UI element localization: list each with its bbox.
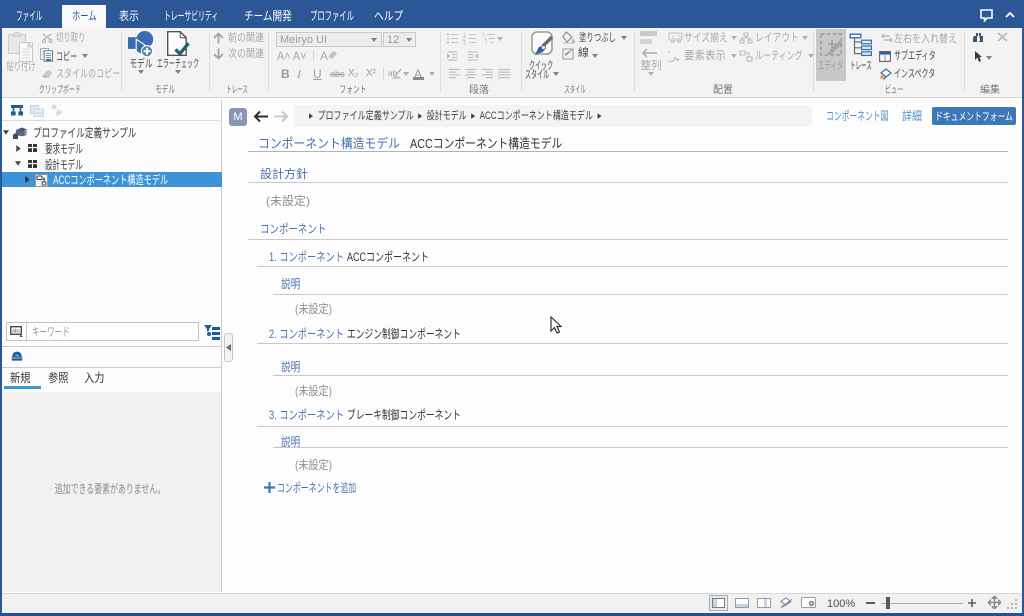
svg-text:くコ: くコ — [671, 35, 681, 41]
svg-text:i: i — [486, 41, 487, 46]
svg-text:abc: abc — [12, 329, 21, 335]
svg-text:3: 3 — [463, 41, 466, 46]
